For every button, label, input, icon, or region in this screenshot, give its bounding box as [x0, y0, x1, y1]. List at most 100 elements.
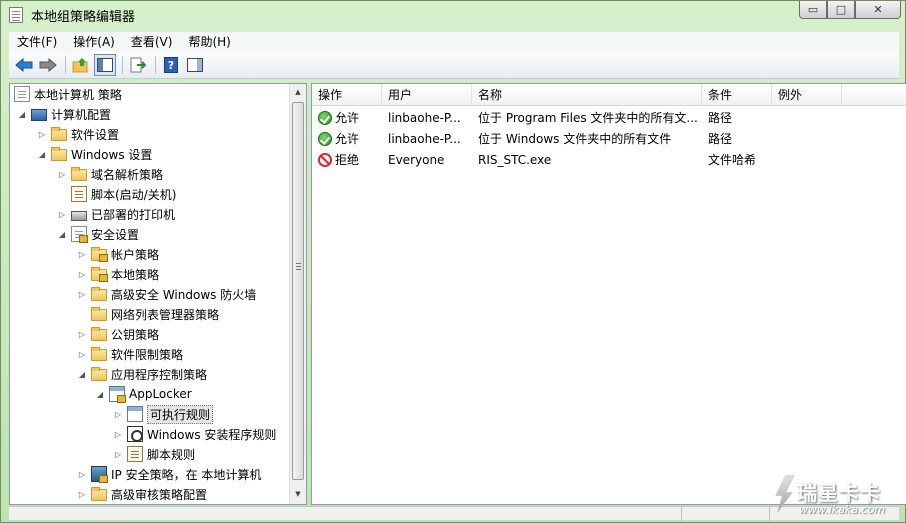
- toolbar-separator: [122, 55, 123, 74]
- tree-node-label: 计算机配置: [51, 107, 112, 122]
- table-row[interactable]: 允许 linbaohe-P... 位于 Windows 文件夹中的所有文件 路径: [312, 129, 906, 150]
- expand-arrow-icon[interactable]: ▷: [76, 348, 88, 360]
- tree-node-script-rules[interactable]: ▷ 脚本规则: [112, 444, 195, 464]
- expand-arrow-icon[interactable]: ▷: [56, 208, 68, 220]
- collapse-arrow-icon[interactable]: ◢: [36, 148, 48, 160]
- menu-view[interactable]: 查看(V): [123, 33, 181, 50]
- tree-node-computer-config[interactable]: ◢ 计算机配置: [16, 104, 111, 124]
- tree-node-windows-firewall[interactable]: ▷ 高级安全 Windows 防火墙: [76, 284, 256, 304]
- rule-user: Everyone: [388, 153, 445, 167]
- export-list-button[interactable]: [127, 54, 149, 76]
- back-button[interactable]: [13, 54, 35, 76]
- script-rules-icon: [127, 446, 143, 462]
- rule-action-cell: 允许: [312, 108, 382, 129]
- tree-node-scripts-startup-shutdown[interactable]: 脚本(启动/关机): [56, 184, 176, 204]
- tree-node-deployed-printers[interactable]: ▷ 已部署的打印机: [56, 204, 175, 224]
- tree-node-executable-rules[interactable]: ▷ 可执行规则: [112, 404, 214, 424]
- scroll-up-arrow-icon[interactable]: ▲: [290, 84, 306, 100]
- expand-arrow-icon[interactable]: ▷: [76, 328, 88, 340]
- expand-arrow-icon[interactable]: ▷: [56, 168, 68, 180]
- title-bar[interactable]: 本地组策略编辑器 ▭ □ ✕: [1, 1, 905, 29]
- maximize-icon: □: [835, 3, 847, 16]
- table-row[interactable]: 拒绝 Everyone RIS_STC.exe 文件哈希: [312, 150, 906, 171]
- column-header-action[interactable]: 操作: [312, 84, 382, 106]
- up-one-level-button[interactable]: [70, 54, 92, 76]
- column-header-user[interactable]: 用户: [382, 84, 472, 106]
- menu-action[interactable]: 操作(A): [65, 33, 123, 50]
- column-header-condition[interactable]: 条件: [702, 84, 772, 106]
- tree-node-label: 高级审核策略配置: [111, 487, 208, 502]
- folder-icon: [51, 127, 67, 141]
- scroll-down-arrow-icon[interactable]: ▼: [290, 486, 306, 502]
- expand-arrow-icon[interactable]: ▷: [112, 448, 124, 460]
- rule-name: 位于 Windows 文件夹中的所有文件: [478, 132, 672, 146]
- expand-arrow-icon[interactable]: ▷: [112, 428, 124, 440]
- expand-arrow-icon[interactable]: ▷: [76, 488, 88, 500]
- tree-node-software-restriction[interactable]: ▷ 软件限制策略: [76, 344, 183, 364]
- tree-node-label: 软件设置: [71, 127, 120, 142]
- status-divider: [681, 507, 682, 521]
- tree-node-ip-security[interactable]: ▷ IP 安全策略，在 本地计算机: [76, 464, 261, 484]
- svg-text:?: ?: [168, 59, 174, 72]
- rule-exception: [772, 108, 842, 129]
- tree-node-installer-rules[interactable]: ▷ Windows 安装程序规则: [112, 424, 276, 444]
- scroll-thumb[interactable]: [292, 102, 304, 480]
- tree-node-windows-settings[interactable]: ◢ Windows 设置: [36, 144, 152, 164]
- tree-node-label-selected: 可执行规则: [147, 404, 214, 424]
- forward-arrow-icon: [39, 57, 57, 72]
- maximize-button[interactable]: □: [827, 1, 855, 19]
- expand-arrow-icon[interactable]: ▷: [36, 128, 48, 140]
- tree-node-account-policies[interactable]: ▷ 帐户策略: [76, 244, 159, 264]
- policy-doc-icon: [14, 86, 30, 102]
- tree-node-local-policies[interactable]: ▷ 本地策略: [76, 264, 159, 284]
- column-header-exception[interactable]: 例外: [772, 84, 842, 106]
- tree-node-label: Windows 安装程序规则: [147, 427, 277, 442]
- menu-file[interactable]: 文件(F): [9, 33, 65, 50]
- rule-action-cell: 拒绝: [312, 150, 382, 171]
- tree-node-software-settings[interactable]: ▷ 软件设置: [36, 124, 119, 144]
- tree-node-public-key-policies[interactable]: ▷ 公钥策略: [76, 324, 159, 344]
- tree-node-network-list-manager[interactable]: 网络列表管理器策略: [76, 304, 219, 324]
- table-row[interactable]: 允许 linbaohe-P... 位于 Program Files 文件夹中的所…: [312, 108, 906, 129]
- tree-arrow-placeholder: [76, 308, 88, 320]
- tree-node-advanced-audit[interactable]: ▷ 高级审核策略配置: [76, 484, 207, 504]
- column-header-name[interactable]: 名称: [472, 84, 702, 106]
- menu-help[interactable]: 帮助(H): [180, 33, 238, 50]
- expand-arrow-icon[interactable]: ▷: [76, 288, 88, 300]
- policy-editor-app-icon: [9, 7, 23, 23]
- tree-node-applocker[interactable]: ◢ AppLocker: [94, 384, 192, 404]
- tree-node-label: IP 安全策略，在 本地计算机: [111, 467, 262, 482]
- printer-icon: [71, 211, 87, 221]
- expand-arrow-icon[interactable]: ▷: [112, 408, 124, 420]
- forward-button[interactable]: [37, 54, 59, 76]
- collapse-arrow-icon[interactable]: ◢: [76, 368, 88, 380]
- close-button[interactable]: ✕: [855, 1, 901, 19]
- tree-node-name-resolution-policy[interactable]: ▷ 域名解析策略: [56, 164, 163, 184]
- rule-name: 位于 Program Files 文件夹中的所有文...: [478, 111, 698, 125]
- rule-user: linbaohe-P...: [388, 111, 461, 125]
- collapse-arrow-icon[interactable]: ◢: [94, 388, 106, 400]
- tree-node-label: 应用程序控制策略: [111, 367, 208, 382]
- collapse-arrow-icon[interactable]: ◢: [16, 108, 28, 120]
- folder-icon: [91, 487, 107, 501]
- toolbar-separator: [155, 55, 156, 74]
- folder-lock-icon: [91, 267, 108, 282]
- collapse-arrow-icon[interactable]: ◢: [56, 228, 68, 240]
- tree-scrollbar[interactable]: ▲ ▼: [289, 84, 306, 504]
- expand-arrow-icon[interactable]: ▷: [76, 468, 88, 480]
- tree-node-application-control[interactable]: ◢ 应用程序控制策略: [76, 364, 207, 384]
- rule-exception: [772, 150, 842, 171]
- action-pane-button[interactable]: [184, 54, 206, 76]
- tree-node-label: 软件限制策略: [111, 347, 184, 362]
- expand-arrow-icon[interactable]: ▷: [76, 248, 88, 260]
- folder-icon: [91, 287, 107, 301]
- show-hide-tree-button[interactable]: [94, 53, 116, 76]
- help-button[interactable]: ?: [160, 54, 182, 76]
- minimize-button[interactable]: ▭: [799, 1, 827, 19]
- tree-node-local-computer-policy[interactable]: 本地计算机 策略: [14, 84, 122, 104]
- expand-arrow-icon[interactable]: ▷: [76, 268, 88, 280]
- tree-node-label: 域名解析策略: [91, 167, 164, 182]
- tree-node-label: 安全设置: [91, 227, 140, 242]
- tree-node-security-settings[interactable]: ◢ 安全设置: [56, 224, 139, 244]
- folder-icon: [51, 147, 67, 161]
